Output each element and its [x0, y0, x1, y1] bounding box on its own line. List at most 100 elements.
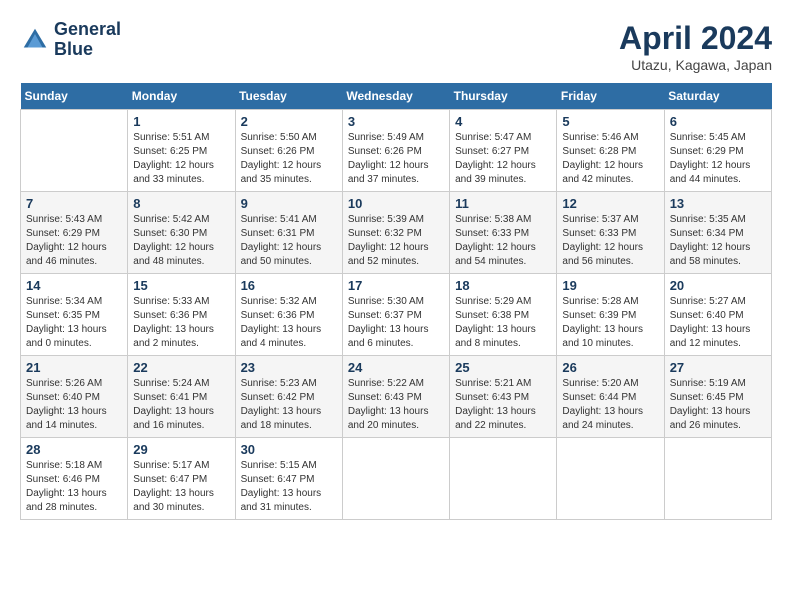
- calendar-cell: 22 Sunrise: 5:24 AMSunset: 6:41 PMDayligh…: [128, 356, 235, 438]
- calendar-header: SundayMondayTuesdayWednesdayThursdayFrid…: [21, 83, 772, 110]
- calendar-cell: 4 Sunrise: 5:47 AMSunset: 6:27 PMDaylight…: [450, 110, 557, 192]
- day-info: Sunrise: 5:18 AMSunset: 6:46 PMDaylight:…: [26, 459, 122, 515]
- calendar-cell: 10Sunrise: 5:39 AMSunset: 6:32 PMDayligh…: [342, 192, 449, 274]
- day-number: 25: [455, 360, 551, 375]
- day-number: 30: [241, 442, 337, 457]
- calendar-week-2: 7 Sunrise: 5:43 AMSunset: 6:29 PMDaylight…: [21, 192, 772, 274]
- calendar-cell: 23 Sunrise: 5:23 AMSunset: 6:42 PMDayligh…: [235, 356, 342, 438]
- day-number: 15: [133, 278, 229, 293]
- calendar-week-1: 1Sunrise: 5:51 AMSunset: 6:25 PMDaylight…: [21, 110, 772, 192]
- day-info: Sunrise: 5:41 AMSunset: 6:31 PMDaylight:…: [241, 213, 337, 269]
- day-number: 12: [562, 196, 658, 211]
- day-number: 11: [455, 196, 551, 211]
- calendar-cell: [664, 438, 771, 520]
- calendar-cell: 20 Sunrise: 5:27 AMSunset: 6:40 PMDayligh…: [664, 274, 771, 356]
- calendar-cell: 1Sunrise: 5:51 AMSunset: 6:25 PMDaylight…: [128, 110, 235, 192]
- calendar-cell: 17 Sunrise: 5:30 AMSunset: 6:37 PMDayligh…: [342, 274, 449, 356]
- calendar-week-3: 14Sunrise: 5:34 AMSunset: 6:35 PMDayligh…: [21, 274, 772, 356]
- day-info: Sunrise: 5:19 AMSunset: 6:45 PMDaylight:…: [670, 377, 766, 433]
- day-number: 4: [455, 114, 551, 129]
- day-info: Sunrise: 5:15 AMSunset: 6:47 PMDaylight:…: [241, 459, 337, 515]
- logo: General Blue: [20, 20, 121, 60]
- logo-text: General Blue: [54, 20, 121, 60]
- day-number: 16: [241, 278, 337, 293]
- day-info: Sunrise: 5:27 AMSunset: 6:40 PMDaylight:…: [670, 295, 766, 351]
- weekday-header-monday: Monday: [128, 83, 235, 110]
- calendar-cell: [450, 438, 557, 520]
- day-number: 24: [348, 360, 444, 375]
- day-info: Sunrise: 5:21 AMSunset: 6:43 PMDaylight:…: [455, 377, 551, 433]
- day-number: 22: [133, 360, 229, 375]
- day-info: Sunrise: 5:47 AMSunset: 6:27 PMDaylight:…: [455, 131, 551, 187]
- day-number: 5: [562, 114, 658, 129]
- day-number: 7: [26, 196, 122, 211]
- day-info: Sunrise: 5:43 AMSunset: 6:29 PMDaylight:…: [26, 213, 122, 269]
- day-info: Sunrise: 5:37 AMSunset: 6:33 PMDaylight:…: [562, 213, 658, 269]
- calendar-cell: 15 Sunrise: 5:33 AMSunset: 6:36 PMDayligh…: [128, 274, 235, 356]
- day-number: 3: [348, 114, 444, 129]
- calendar-cell: 3Sunrise: 5:49 AMSunset: 6:26 PMDaylight…: [342, 110, 449, 192]
- calendar-cell: 26 Sunrise: 5:20 AMSunset: 6:44 PMDayligh…: [557, 356, 664, 438]
- day-number: 2: [241, 114, 337, 129]
- day-info: Sunrise: 5:29 AMSunset: 6:38 PMDaylight:…: [455, 295, 551, 351]
- calendar-cell: 18Sunrise: 5:29 AMSunset: 6:38 PMDayligh…: [450, 274, 557, 356]
- day-info: Sunrise: 5:26 AMSunset: 6:40 PMDaylight:…: [26, 377, 122, 433]
- subtitle: Utazu, Kagawa, Japan: [619, 57, 772, 73]
- calendar-cell: 28 Sunrise: 5:18 AMSunset: 6:46 PMDayligh…: [21, 438, 128, 520]
- calendar-cell: 12 Sunrise: 5:37 AMSunset: 6:33 PMDayligh…: [557, 192, 664, 274]
- calendar-cell: [21, 110, 128, 192]
- day-number: 17: [348, 278, 444, 293]
- calendar-cell: 24 Sunrise: 5:22 AMSunset: 6:43 PMDayligh…: [342, 356, 449, 438]
- calendar-cell: 7 Sunrise: 5:43 AMSunset: 6:29 PMDaylight…: [21, 192, 128, 274]
- calendar-cell: 5 Sunrise: 5:46 AMSunset: 6:28 PMDaylight…: [557, 110, 664, 192]
- day-info: Sunrise: 5:38 AMSunset: 6:33 PMDaylight:…: [455, 213, 551, 269]
- calendar-cell: 11 Sunrise: 5:38 AMSunset: 6:33 PMDayligh…: [450, 192, 557, 274]
- day-info: Sunrise: 5:30 AMSunset: 6:37 PMDaylight:…: [348, 295, 444, 351]
- calendar-cell: 16Sunrise: 5:32 AMSunset: 6:36 PMDayligh…: [235, 274, 342, 356]
- weekday-header-wednesday: Wednesday: [342, 83, 449, 110]
- calendar-cell: 8Sunrise: 5:42 AMSunset: 6:30 PMDaylight…: [128, 192, 235, 274]
- title-block: April 2024 Utazu, Kagawa, Japan: [619, 20, 772, 73]
- calendar-cell: 25 Sunrise: 5:21 AMSunset: 6:43 PMDayligh…: [450, 356, 557, 438]
- weekday-header-thursday: Thursday: [450, 83, 557, 110]
- calendar-cell: 14Sunrise: 5:34 AMSunset: 6:35 PMDayligh…: [21, 274, 128, 356]
- calendar-cell: 9 Sunrise: 5:41 AMSunset: 6:31 PMDaylight…: [235, 192, 342, 274]
- day-info: Sunrise: 5:23 AMSunset: 6:42 PMDaylight:…: [241, 377, 337, 433]
- calendar-cell: 27 Sunrise: 5:19 AMSunset: 6:45 PMDayligh…: [664, 356, 771, 438]
- day-number: 23: [241, 360, 337, 375]
- day-info: Sunrise: 5:24 AMSunset: 6:41 PMDaylight:…: [133, 377, 229, 433]
- calendar-cell: 30 Sunrise: 5:15 AMSunset: 6:47 PMDayligh…: [235, 438, 342, 520]
- day-info: Sunrise: 5:22 AMSunset: 6:43 PMDaylight:…: [348, 377, 444, 433]
- calendar-cell: 13 Sunrise: 5:35 AMSunset: 6:34 PMDayligh…: [664, 192, 771, 274]
- day-info: Sunrise: 5:20 AMSunset: 6:44 PMDaylight:…: [562, 377, 658, 433]
- day-number: 21: [26, 360, 122, 375]
- day-info: Sunrise: 5:45 AMSunset: 6:29 PMDaylight:…: [670, 131, 766, 187]
- day-number: 27: [670, 360, 766, 375]
- day-number: 19: [562, 278, 658, 293]
- calendar-body: 1Sunrise: 5:51 AMSunset: 6:25 PMDaylight…: [21, 110, 772, 520]
- day-info: Sunrise: 5:50 AMSunset: 6:26 PMDaylight:…: [241, 131, 337, 187]
- day-info: Sunrise: 5:17 AMSunset: 6:47 PMDaylight:…: [133, 459, 229, 515]
- day-number: 29: [133, 442, 229, 457]
- day-info: Sunrise: 5:46 AMSunset: 6:28 PMDaylight:…: [562, 131, 658, 187]
- calendar-cell: 6Sunrise: 5:45 AMSunset: 6:29 PMDaylight…: [664, 110, 771, 192]
- logo-icon: [20, 25, 50, 55]
- day-number: 13: [670, 196, 766, 211]
- page-header: General Blue April 2024 Utazu, Kagawa, J…: [20, 20, 772, 73]
- day-number: 26: [562, 360, 658, 375]
- calendar-cell: [557, 438, 664, 520]
- weekday-header-friday: Friday: [557, 83, 664, 110]
- calendar-week-4: 21 Sunrise: 5:26 AMSunset: 6:40 PMDayligh…: [21, 356, 772, 438]
- day-number: 9: [241, 196, 337, 211]
- day-number: 28: [26, 442, 122, 457]
- calendar-cell: [342, 438, 449, 520]
- day-info: Sunrise: 5:35 AMSunset: 6:34 PMDaylight:…: [670, 213, 766, 269]
- calendar-cell: 19Sunrise: 5:28 AMSunset: 6:39 PMDayligh…: [557, 274, 664, 356]
- day-number: 20: [670, 278, 766, 293]
- day-info: Sunrise: 5:34 AMSunset: 6:35 PMDaylight:…: [26, 295, 122, 351]
- weekday-header-tuesday: Tuesday: [235, 83, 342, 110]
- weekday-header-row: SundayMondayTuesdayWednesdayThursdayFrid…: [21, 83, 772, 110]
- day-info: Sunrise: 5:42 AMSunset: 6:30 PMDaylight:…: [133, 213, 229, 269]
- day-info: Sunrise: 5:33 AMSunset: 6:36 PMDaylight:…: [133, 295, 229, 351]
- calendar-cell: 29 Sunrise: 5:17 AMSunset: 6:47 PMDayligh…: [128, 438, 235, 520]
